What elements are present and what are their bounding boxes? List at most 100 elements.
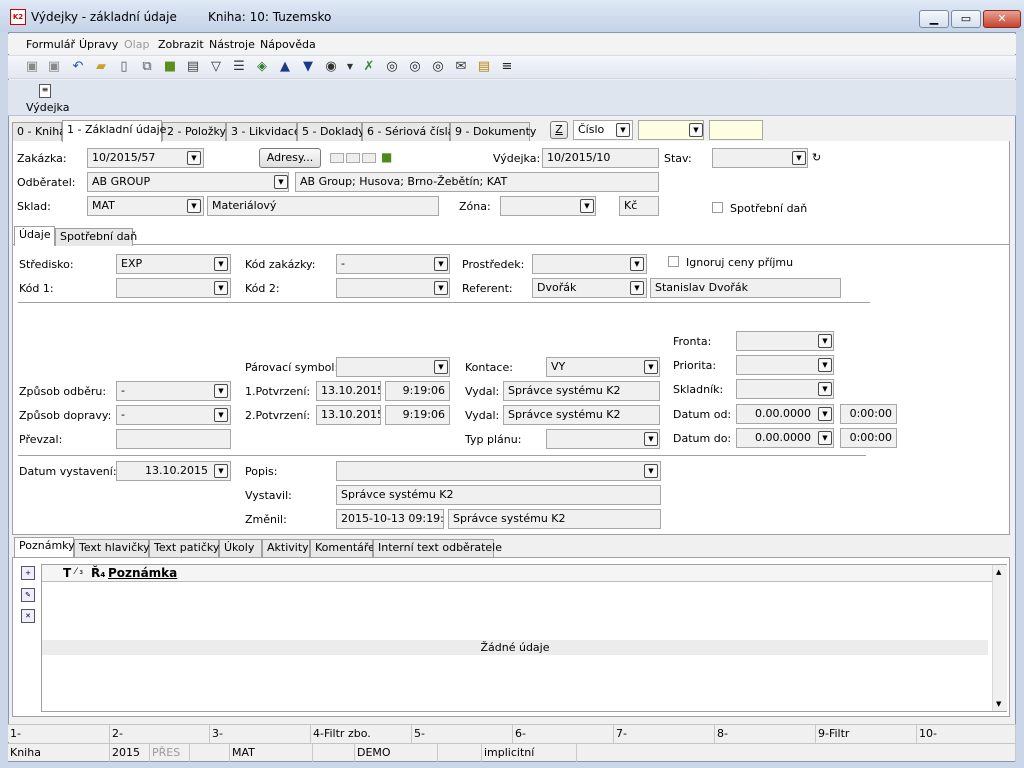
history-icon[interactable]: ↻ [812,151,821,164]
chevron-down-icon[interactable]: ▼ [644,360,658,374]
tab-zakladni-udaje[interactable]: 1 - Základní údaje [62,120,166,142]
save-icon[interactable]: ▣ [24,59,40,75]
fkey-4[interactable]: 4-Filtr zbo. [311,725,412,743]
chevron-down-icon[interactable]: ▼ [274,175,288,189]
search-value2-input[interactable] [709,120,763,140]
binoculars-settings-icon[interactable]: ◎ [430,59,446,75]
undo-icon[interactable]: ↶ [70,59,86,75]
popis-field[interactable] [336,461,661,481]
menu-nastroje[interactable]: Nástroje [209,38,255,51]
chevron-down-icon[interactable]: ▼ [792,151,806,165]
tab-interni-text[interactable]: Interní text odběratele [373,539,502,557]
column-number[interactable]: ⁄ ₃ [75,567,83,577]
notepad-icon[interactable]: ▤ [476,59,492,75]
chevron-down-icon[interactable]: ▼ [689,123,703,137]
chevron-down-icon[interactable]: ▼ [187,199,201,213]
column-t[interactable]: T [63,566,71,580]
maximize-button[interactable]: ▭ [951,10,981,28]
scroll-down-icon[interactable]: ▼ [996,700,1001,708]
tab-aktivity[interactable]: Aktivity [262,539,310,557]
potvrzeni2-time[interactable]: 9:19:06 [385,405,450,425]
fkey-2[interactable]: 2- [110,725,210,743]
camera-icon[interactable]: ◉ [323,59,339,75]
new-document-icon[interactable]: ▯ [116,59,132,75]
fkey-3[interactable]: 3- [210,725,311,743]
chevron-down-icon[interactable]: ▼ [214,464,228,478]
add-note-icon[interactable]: + [21,566,35,580]
stack-icon[interactable]: ◈ [254,59,270,75]
chevron-down-icon[interactable]: ▼ [434,257,448,271]
tab-likvidace[interactable]: 3 - Likvidace [226,122,301,141]
spotrebni-dan-checkbox[interactable] [712,202,723,213]
fkey-9[interactable]: 9-Filtr [816,725,917,743]
chevron-down-icon[interactable]: ▼ [580,199,594,213]
chevron-down-icon[interactable]: ▼ [644,432,658,446]
fkey-1[interactable]: 1- [8,725,110,743]
tab-polozky[interactable]: 2 - Položky [162,122,226,141]
edit-note-icon[interactable]: ✎ [21,588,35,602]
tab-text-paticky[interactable]: Text patičky [149,539,219,557]
tab-kniha[interactable]: 0 - Kniha [12,122,66,141]
scroll-up-icon[interactable]: ▲ [996,568,1001,576]
filter-icon[interactable]: ▽ [208,59,224,75]
prevzal-field[interactable] [116,429,231,449]
chevron-down-icon[interactable]: ▼ [818,382,832,396]
open-folder-icon[interactable]: ▰ [93,59,109,75]
key-z-button[interactable]: Z [550,121,568,139]
chevron-down-icon[interactable]: ▼ [644,464,658,478]
tab-doklady[interactable]: 5 - Doklady [297,122,365,141]
subtab-spotrebni-dan[interactable]: Spotřební daň [55,228,137,246]
mail-icon[interactable]: ✉ [453,59,469,75]
menu-formular[interactable]: Formulář [26,38,75,51]
menu-napoveda[interactable]: Nápověda [260,38,316,51]
vydejka-action-label[interactable]: Výdejka [26,101,69,114]
potvrzeni2-date[interactable]: 13.10.2015 [316,405,381,425]
adresy-button[interactable]: Adresy... [259,148,321,168]
tab-dokumenty[interactable]: 9 - Dokumenty [450,122,536,141]
close-button[interactable]: ✕ [983,10,1021,28]
notes-scrollbar[interactable] [992,565,1007,711]
fkey-5[interactable]: 5- [412,725,513,743]
column-r[interactable]: Ř₄ [91,566,106,580]
chevron-down-icon[interactable]: ▼ [214,408,228,422]
menu-upravy[interactable]: Úpravy [79,38,118,51]
column-poznamka[interactable]: Poznámka [108,566,177,580]
odberatel-field[interactable]: AB GROUP [87,172,289,192]
delete-note-icon[interactable]: ✕ [21,609,35,623]
chevron-down-icon[interactable]: ▼ [818,407,832,421]
fkey-7[interactable]: 7- [614,725,715,743]
arrow-up-icon[interactable]: ▲ [277,59,293,75]
cas-do-field[interactable]: 0:00:00 [840,428,897,448]
parovaci-symbol-field[interactable] [336,357,450,377]
chevron-down-icon[interactable]: ▼ [630,281,644,295]
chevron-down-icon[interactable]: ▼ [187,151,201,165]
tab-seriova-cisla[interactable]: 6 - Sériová čísla [362,122,454,141]
potvrzeni1-date[interactable]: 13.10.2015 [316,381,381,401]
minimize-button[interactable]: ▁ [919,10,949,28]
menu-zobrazit[interactable]: Zobrazit [158,38,204,51]
tab-text-hlavicky[interactable]: Text hlavičky [74,539,150,557]
chevron-down-icon[interactable]: ▼ [434,281,448,295]
menu-olap[interactable]: Olap [124,38,149,51]
arrow-down-icon[interactable]: ▼ [300,59,316,75]
potvrzeni1-time[interactable]: 9:19:06 [385,381,450,401]
fkey-6[interactable]: 6- [513,725,614,743]
copy-icon[interactable]: ⧉ [139,59,155,75]
tab-ukoly[interactable]: Úkoly [219,539,262,557]
chevron-down-icon[interactable]: ▼ [214,281,228,295]
ignoruj-ceny-checkbox[interactable] [668,256,679,267]
refresh-icon[interactable]: ✗ [361,59,377,75]
vydejka-field[interactable]: 10/2015/10 [542,148,659,168]
chevron-down-icon[interactable]: ▼ [818,431,832,445]
filter-list-icon[interactable]: ☰ [231,59,247,75]
chevron-down-icon[interactable]: ▼ [616,123,630,137]
fkey-10[interactable]: 10- [917,725,1016,743]
fkey-8[interactable]: 8- [715,725,816,743]
document-icon[interactable]: ≡ [39,84,51,98]
save-all-icon[interactable]: ▣ [46,59,62,75]
binoculars-down-icon[interactable]: ◎ [407,59,423,75]
tab-komentare[interactable]: Komentáře [310,539,375,557]
dropdown-arrow-icon[interactable]: ▼ [342,59,358,75]
kontace-field[interactable]: VY [546,357,660,377]
binoculars-icon[interactable]: ◎ [384,59,400,75]
